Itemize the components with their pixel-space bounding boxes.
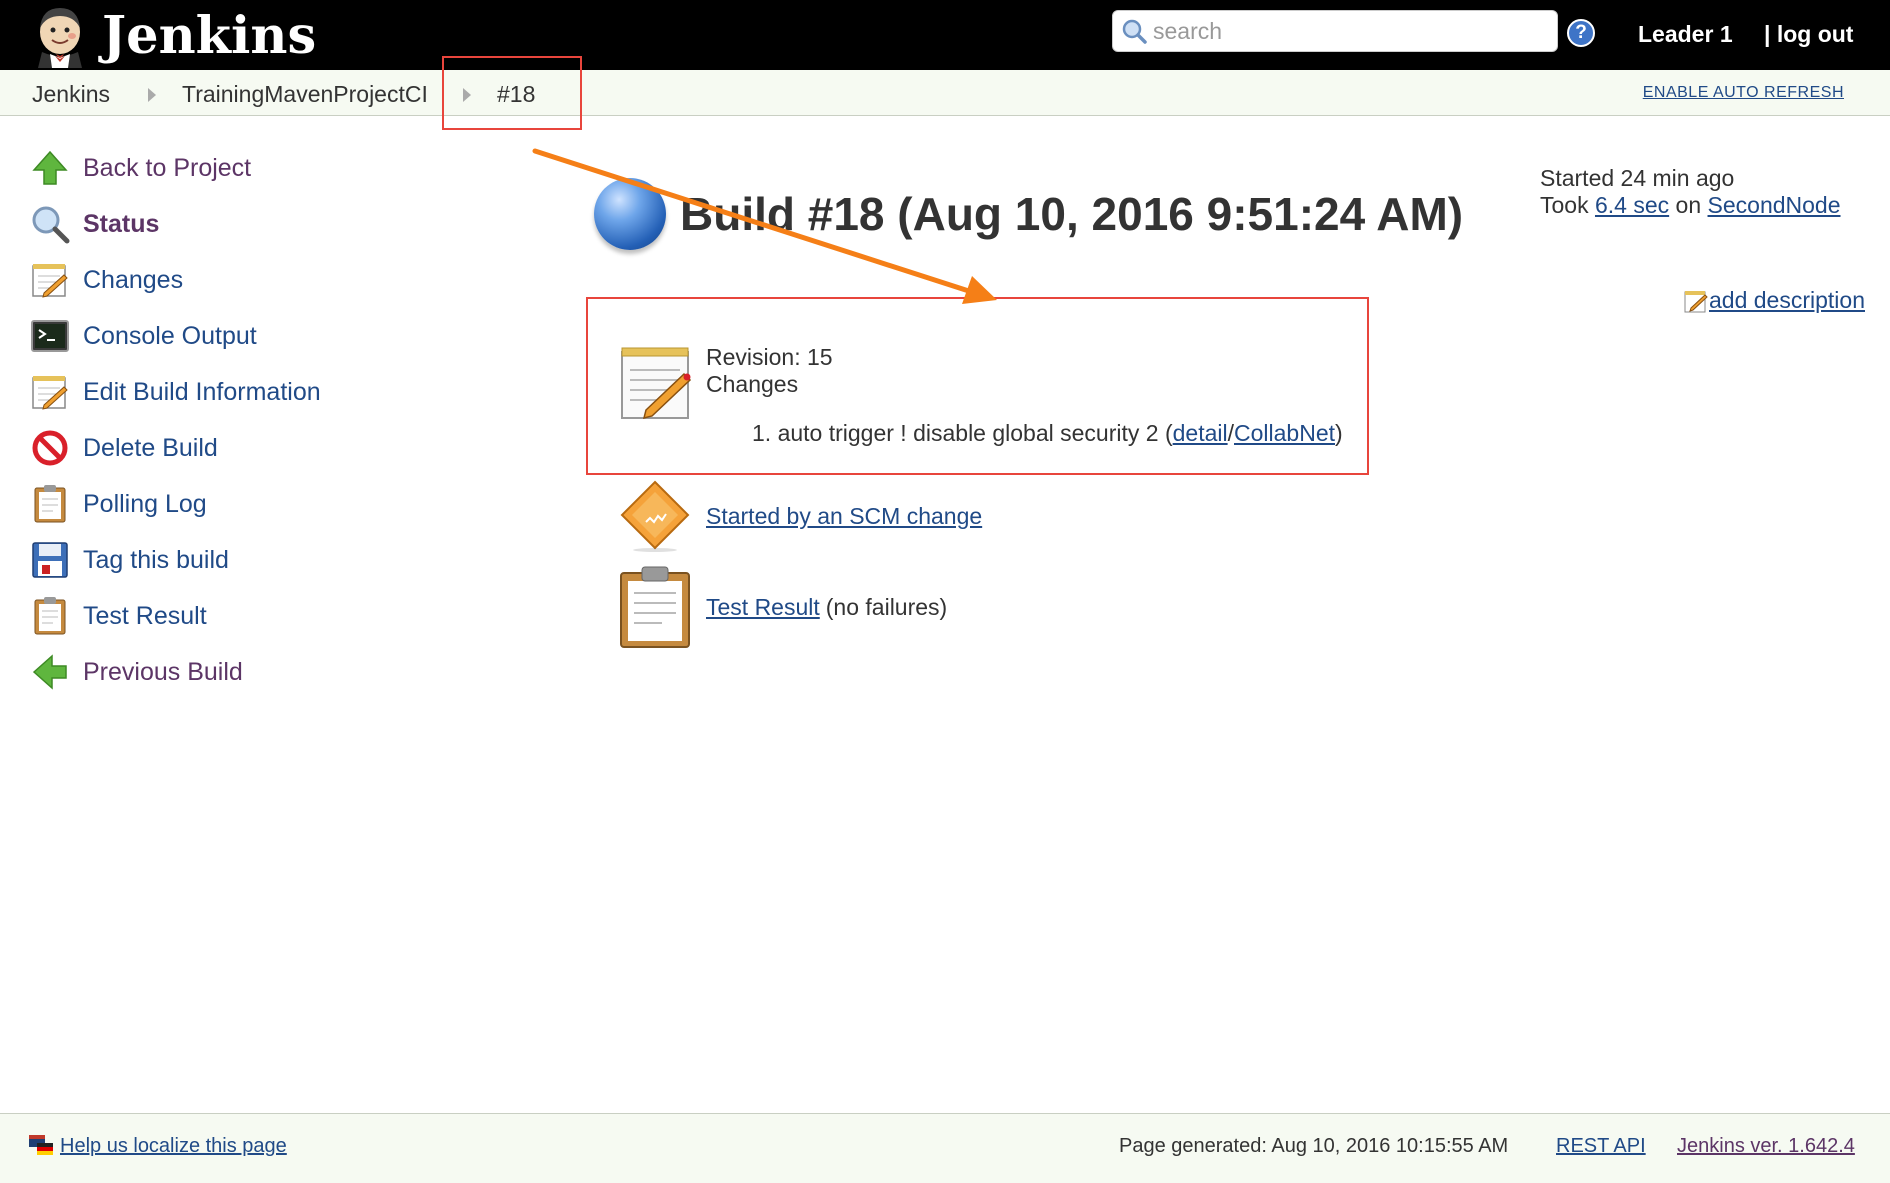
side-panel: Back to Project Status Changes Console O… [28, 140, 428, 700]
task-edit-build-information[interactable]: Edit Build Information [28, 364, 428, 420]
breadcrumb-item-project[interactable]: TrainingMavenProjectCI [182, 81, 428, 108]
search-icon [1122, 19, 1147, 44]
clipboard-icon [620, 566, 690, 648]
clipboard-icon [28, 482, 72, 526]
test-result-link[interactable]: Test Result [706, 594, 820, 621]
breadcrumb-item-jenkins[interactable]: Jenkins [32, 81, 110, 108]
collabnet-link[interactable]: CollabNet [1234, 420, 1335, 446]
floppy-disk-icon [28, 538, 72, 582]
change-message: 1. auto trigger ! disable global securit… [752, 420, 1173, 446]
jenkins-version-link[interactable]: Jenkins ver. 1.642.4 [1677, 1135, 1855, 1158]
revision-text: Revision: 15 [706, 344, 833, 370]
app-title: Jenkins [102, 6, 317, 66]
task-label[interactable]: Edit Build Information [83, 378, 321, 407]
build-heading: Build #18 (Aug 10, 2016 9:51:24 AM) [594, 178, 1463, 250]
detail-link[interactable]: detail [1173, 420, 1228, 446]
edit-note-icon [1684, 290, 1708, 312]
jenkins-logo[interactable]: Jenkins [28, 4, 316, 68]
task-label[interactable]: Back to Project [83, 154, 251, 183]
search-box[interactable] [1112, 10, 1558, 52]
task-test-result[interactable]: Test Result [28, 588, 428, 644]
task-label[interactable]: Test Result [83, 602, 207, 631]
page-generated-text: Page generated: Aug 10, 2016 10:15:55 AM [1119, 1135, 1509, 1157]
list-item: 1. auto trigger ! disable global securit… [752, 420, 1343, 447]
task-label[interactable]: Status [83, 210, 159, 239]
changes-heading: Changes [706, 371, 799, 397]
breadcrumb-separator-icon[interactable] [463, 88, 471, 102]
scm-change-link[interactable]: Started by an SCM change [706, 503, 982, 530]
no-entry-icon [28, 426, 72, 470]
magnifier-icon [28, 202, 72, 246]
task-label[interactable]: Changes [83, 266, 183, 295]
page-header: Jenkins ? Leader 1 | log out [0, 0, 1890, 70]
started-ago-text: Started 24 min ago [1540, 165, 1735, 191]
up-arrow-icon [28, 146, 72, 190]
page-title: Build #18 (Aug 10, 2016 9:51:24 AM) [680, 188, 1464, 240]
user-link[interactable]: Leader 1 [1638, 21, 1733, 48]
breadcrumb-item-build[interactable]: #18 [497, 81, 535, 108]
search-input[interactable] [1153, 17, 1543, 45]
node-link[interactable]: SecondNode [1708, 192, 1841, 218]
task-back-to-project[interactable]: Back to Project [28, 140, 428, 196]
flags-icon [29, 1135, 53, 1155]
test-result-summary: Test Result (no failures) [618, 565, 947, 649]
build-timing-info: Started 24 min ago Took 6.4 sec on Secon… [1540, 165, 1841, 219]
localize-link-container[interactable]: Help us localize this page [28, 1134, 287, 1158]
scm-change-icon [620, 480, 690, 552]
test-result-summary-text: (no failures) [825, 593, 948, 620]
task-label[interactable]: Console Output [83, 322, 257, 351]
task-status[interactable]: Status [28, 196, 428, 252]
task-label[interactable]: Polling Log [83, 490, 207, 519]
rest-api-link[interactable]: REST API [1556, 1135, 1646, 1158]
task-label[interactable]: Delete Build [83, 434, 218, 463]
task-changes[interactable]: Changes [28, 252, 428, 308]
terminal-icon [28, 314, 72, 358]
duration-link[interactable]: 6.4 sec [1595, 192, 1669, 218]
enable-auto-refresh-link[interactable]: ENABLE AUTO REFRESH [1643, 84, 1844, 102]
task-previous-build[interactable]: Previous Build [28, 644, 428, 700]
task-tag-this-build[interactable]: Tag this build [28, 532, 428, 588]
breadcrumb: Jenkins TrainingMavenProjectCI #18 [0, 70, 1890, 116]
clipboard-icon [28, 594, 72, 638]
page-footer: Help us localize this page Page generate… [0, 1113, 1890, 1183]
took-line: Took 6.4 sec on SecondNode [1540, 192, 1841, 219]
build-cause: Started by an SCM change [618, 480, 982, 552]
changes-text: Revision: 15 Changes [706, 344, 1406, 398]
add-description-link[interactable]: add description [1709, 287, 1865, 314]
left-arrow-icon [28, 650, 72, 694]
notepad-icon [28, 370, 72, 414]
logout-link[interactable]: | log out [1764, 21, 1853, 48]
task-label[interactable]: Tag this build [83, 546, 229, 575]
on-label: on [1669, 192, 1708, 218]
breadcrumb-separator-icon[interactable] [148, 88, 156, 102]
task-label[interactable]: Previous Build [83, 658, 243, 687]
notepad-icon [28, 258, 72, 302]
add-description[interactable]: add description [1683, 287, 1865, 314]
close-paren: ) [1335, 420, 1343, 446]
build-status-ball-icon [594, 178, 666, 250]
notepad-icon [621, 347, 692, 420]
localize-link[interactable]: Help us localize this page [60, 1135, 287, 1158]
task-console-output[interactable]: Console Output [28, 308, 428, 364]
task-polling-log[interactable]: Polling Log [28, 476, 428, 532]
took-prefix: Took [1540, 192, 1595, 218]
help-icon[interactable]: ? [1567, 19, 1595, 47]
jenkins-butler-icon [38, 8, 82, 68]
task-delete-build[interactable]: Delete Build [28, 420, 428, 476]
